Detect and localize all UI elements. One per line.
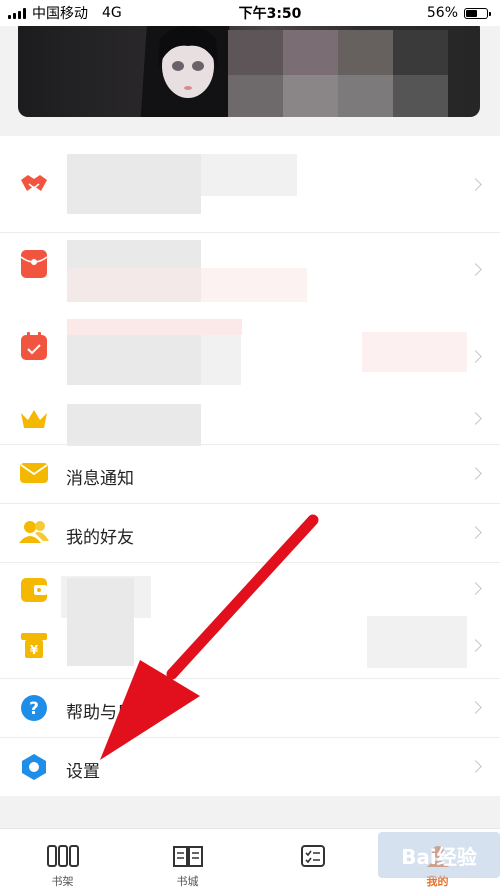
- pixelated-label: [201, 154, 297, 196]
- battery-icon: [464, 7, 491, 19]
- chevron-right-icon: [469, 178, 482, 191]
- pixelated-label: [67, 578, 134, 618]
- menu-item-label: 我的好友: [66, 528, 134, 548]
- wallet-icon: [18, 574, 50, 606]
- book-store-icon: [171, 843, 205, 869]
- pixelated-badge: [362, 332, 467, 372]
- status-bar: 中国移动 4G 下午3:50 56%: [0, 0, 500, 26]
- menu-item-notifications[interactable]: 消息通知: [0, 444, 500, 503]
- tab-book-store[interactable]: 书城: [125, 829, 250, 889]
- tab-tasks[interactable]: [250, 829, 375, 889]
- svg-text:¥: ¥: [30, 643, 39, 657]
- status-right: 56%: [350, 5, 500, 21]
- crown-icon: [18, 403, 50, 435]
- chevron-right-icon: [469, 526, 482, 539]
- red-envelope-icon: [18, 248, 50, 280]
- chevron-right-icon: [469, 701, 482, 714]
- tab-label: 书架: [51, 875, 74, 888]
- pixelated-label: [67, 319, 242, 335]
- bookshelf-icon: [46, 843, 80, 869]
- chevron-right-icon: [469, 350, 482, 363]
- battery-fill: [466, 9, 478, 17]
- pixelated-label: [201, 335, 241, 385]
- menu-item-label: 设置: [66, 762, 100, 782]
- status-time: 下午3:50: [238, 6, 302, 22]
- menu-item-withdraw[interactable]: ¥: [0, 616, 500, 678]
- menu-item-handshake[interactable]: [0, 136, 500, 232]
- signal-icon: [8, 7, 26, 19]
- chevron-right-icon: [469, 582, 482, 595]
- chevron-right-icon: [469, 467, 482, 480]
- anime-girl-image: [140, 18, 236, 117]
- handshake-icon: [18, 168, 50, 200]
- menu-item-label: 消息通知: [66, 469, 134, 489]
- carrier-name: 中国移动: [32, 6, 88, 22]
- status-left: 中国移动 4G: [0, 3, 170, 23]
- pixelated-label: [67, 154, 201, 214]
- menu-list: 消息通知 我的好友 ¥ ? 帮助与反 设置: [0, 136, 500, 796]
- mail-icon: [18, 457, 50, 489]
- tab-label: 书城: [176, 875, 199, 888]
- menu-item-label: 帮助与反: [66, 703, 134, 723]
- pixelated-label: [67, 335, 201, 385]
- chevron-right-icon: [469, 412, 482, 425]
- tab-bookshelf[interactable]: 书架: [0, 829, 125, 889]
- menu-item-red-envelope[interactable]: [0, 232, 500, 316]
- task-list-icon: [296, 843, 330, 869]
- menu-item-calendar[interactable]: [0, 316, 500, 400]
- calendar-check-icon: [18, 330, 50, 362]
- chevron-right-icon: [469, 760, 482, 773]
- profile-banner[interactable]: [18, 18, 480, 117]
- settings-icon: [18, 751, 50, 783]
- friends-icon: [18, 516, 50, 548]
- menu-item-crown[interactable]: [0, 400, 500, 446]
- pixelated-label: [67, 268, 307, 302]
- menu-item-friends[interactable]: 我的好友: [0, 503, 500, 562]
- battery-percent: 56%: [426, 5, 458, 21]
- pixelated-area: [228, 30, 448, 117]
- svg-text:?: ?: [29, 699, 39, 719]
- chevron-right-icon: [469, 639, 482, 652]
- menu-item-help[interactable]: ? 帮助与反: [0, 678, 500, 737]
- help-icon: ?: [18, 692, 50, 724]
- pixelated-label: [67, 616, 134, 666]
- pixelated-label: [67, 404, 201, 446]
- menu-item-wallet[interactable]: [0, 562, 500, 618]
- chevron-right-icon: [469, 263, 482, 276]
- menu-item-settings[interactable]: 设置: [0, 737, 500, 796]
- baidu-jingyan-watermark: Bai经验: [378, 832, 500, 878]
- pixelated-badge: [367, 616, 467, 668]
- atm-icon: ¥: [18, 630, 50, 662]
- network-type: 4G: [102, 5, 122, 21]
